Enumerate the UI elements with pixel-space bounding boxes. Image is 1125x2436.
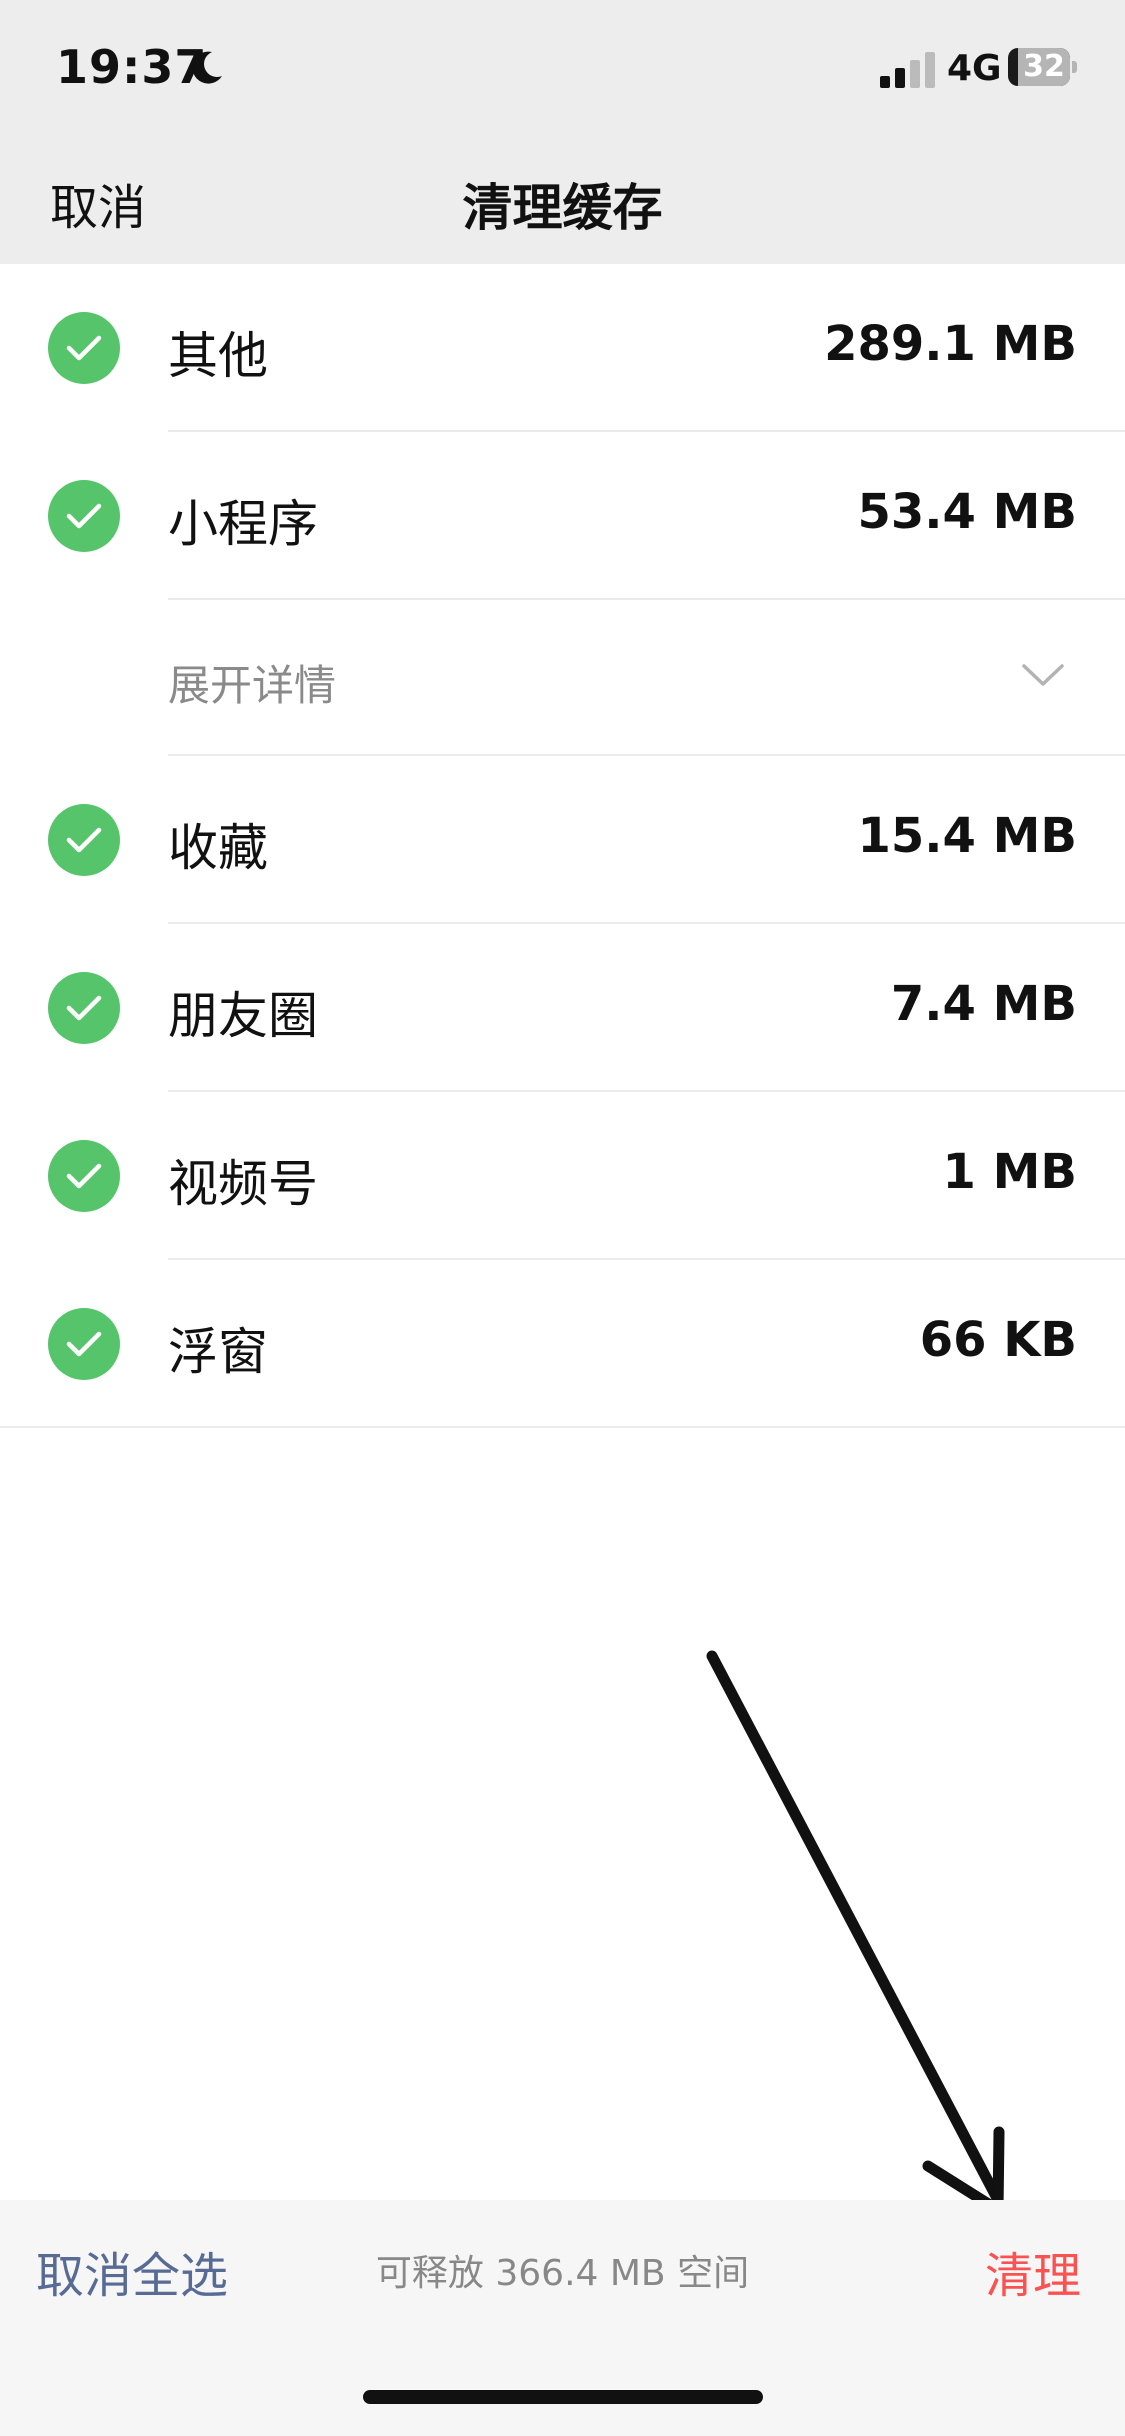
cancel-button[interactable]: 取消 [50, 168, 146, 238]
moon-icon [192, 51, 222, 84]
check-icon [66, 1331, 102, 1357]
signal-icon [880, 52, 935, 88]
home-indicator[interactable] [363, 2390, 763, 2404]
page-title: 清理缓存 [462, 179, 663, 237]
checkbox-checked[interactable] [48, 972, 120, 1044]
check-icon [66, 995, 102, 1021]
item-size: 53.4 MB [857, 484, 1078, 540]
item-size: 289.1 MB [824, 316, 1077, 372]
checkbox-checked[interactable] [48, 312, 120, 384]
check-icon [66, 827, 102, 853]
list-item[interactable]: 视频号 1 MB [0, 1092, 1125, 1260]
expand-details-row[interactable]: 展开详情 [0, 600, 1125, 756]
checkbox-checked[interactable] [48, 480, 120, 552]
header: 19:37 4G 32 清理缓存 取消 [0, 0, 1125, 264]
check-icon [66, 503, 102, 529]
battery-level: 32 [1023, 49, 1065, 84]
item-size: 15.4 MB [857, 808, 1078, 864]
list-item[interactable]: 其他 289.1 MB [0, 264, 1125, 432]
item-size: 1 MB [942, 1144, 1077, 1200]
deselect-all-button[interactable]: 取消全选 [36, 2236, 228, 2306]
item-label: 视频号 [168, 1155, 318, 1213]
item-label: 浮窗 [168, 1323, 268, 1381]
list-item[interactable]: 浮窗 66 KB [0, 1260, 1125, 1428]
cache-list: 其他 289.1 MB 小程序 53.4 MB 展开详情 收藏 15.4 MB … [0, 264, 1125, 1428]
item-label: 小程序 [168, 495, 318, 553]
checkbox-checked[interactable] [48, 1308, 120, 1380]
battery-icon: 32 [1008, 48, 1078, 88]
item-label: 收藏 [168, 819, 268, 877]
clean-button[interactable]: 清理 [985, 2236, 1081, 2306]
checkbox-checked[interactable] [48, 804, 120, 876]
list-item[interactable]: 小程序 53.4 MB [0, 432, 1125, 600]
list-item[interactable]: 朋友圈 7.4 MB [0, 924, 1125, 1092]
chevron-down-icon [1022, 664, 1064, 686]
list-item[interactable]: 收藏 15.4 MB [0, 756, 1125, 924]
checkbox-checked[interactable] [48, 1140, 120, 1212]
item-label: 其他 [168, 327, 268, 385]
check-icon [66, 1163, 102, 1189]
item-size: 66 KB [919, 1312, 1077, 1368]
status-time: 19:37 [56, 40, 208, 94]
item-size: 7.4 MB [890, 976, 1077, 1032]
expand-details-label: 展开详情 [168, 661, 337, 710]
item-label: 朋友圈 [168, 987, 318, 1045]
check-icon [66, 335, 102, 361]
divider [0, 1426, 1125, 1428]
network-type: 4G [947, 48, 1002, 89]
